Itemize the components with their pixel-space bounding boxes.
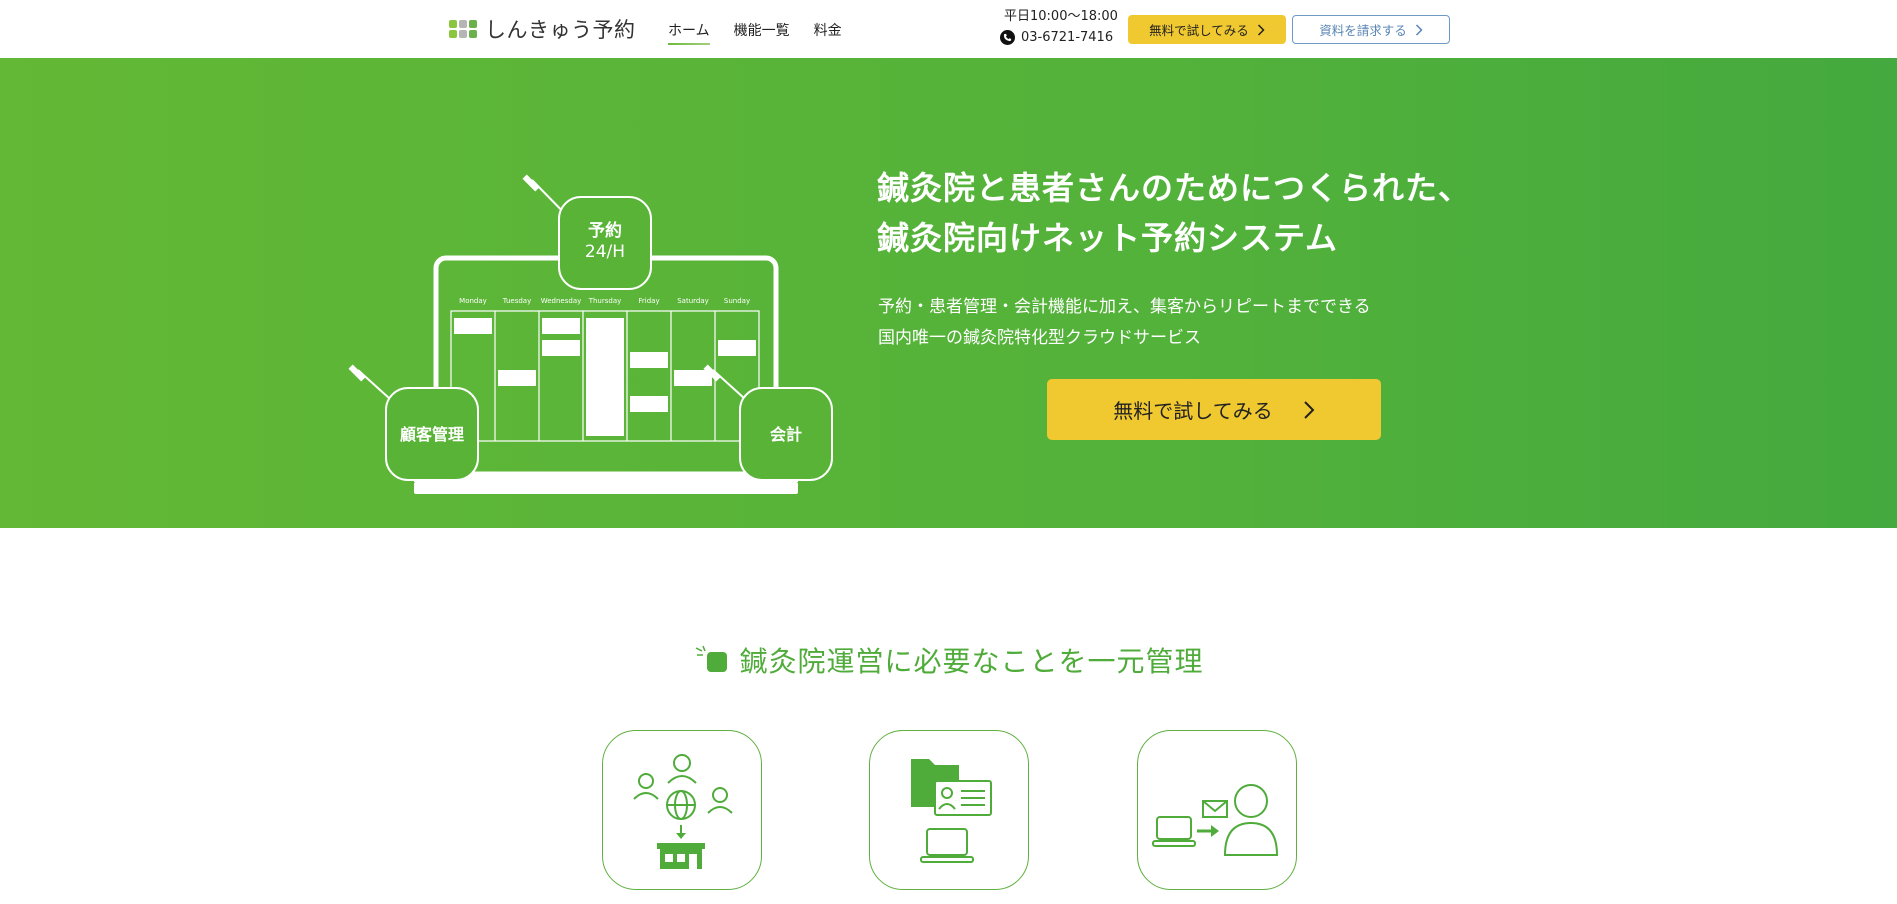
header-trial-label: 無料で試してみる bbox=[1149, 23, 1249, 38]
day-sunday: Sunday bbox=[724, 297, 750, 305]
phone-text: 03-6721-7416 bbox=[1021, 30, 1114, 45]
phone-number[interactable]: 03-6721-7416 bbox=[1000, 28, 1118, 47]
hero-section: Monday Tuesday Wednesday Thursday Friday… bbox=[0, 58, 1897, 528]
hero-title-line2: 鍼灸院向けネット予約システム bbox=[877, 219, 1339, 257]
hero-title-line1: 鍼灸院と患者さんのためにつくられた、 bbox=[877, 169, 1472, 207]
day-friday: Friday bbox=[638, 297, 659, 305]
day-thursday: Thursday bbox=[588, 297, 622, 305]
day-saturday: Saturday bbox=[677, 297, 709, 305]
customer-bubble-label: 顧客管理 bbox=[400, 425, 464, 444]
request-docs-label: 資料を請求する bbox=[1319, 23, 1407, 38]
feature-card-patient-records[interactable] bbox=[869, 730, 1029, 890]
logo-text: しんきゅう予約 bbox=[485, 18, 636, 42]
accounting-bubble-label: 会計 bbox=[770, 425, 802, 444]
laptop-schedule-illustration: Monday Tuesday Wednesday Thursday Friday… bbox=[348, 174, 833, 494]
hero-trial-label: 無料で試してみる bbox=[1113, 399, 1273, 423]
hero-subtitle-line1: 予約・患者管理・会計機能に加え、集客からリピートまでできる bbox=[878, 297, 1371, 317]
logo[interactable]: しんきゅう予約 bbox=[449, 14, 636, 44]
section-title: 鍼灸院運営に必要なことを一元管理 bbox=[739, 645, 1204, 678]
laptop-mail-user-icon bbox=[1152, 784, 1279, 856]
highlight-square-icon bbox=[696, 645, 728, 672]
hero-trial-button[interactable]: 無料で試してみる bbox=[1047, 379, 1381, 440]
chevron-right-icon bbox=[1415, 23, 1423, 36]
chevron-right-icon bbox=[1303, 400, 1315, 419]
hero-subtitle: 予約・患者管理・会計機能に加え、集客からリピートまでできる 国内唯一の鍼灸院特化… bbox=[878, 292, 1371, 354]
folder-profile-laptop-icon bbox=[911, 759, 992, 863]
logo-mark-icon bbox=[449, 20, 477, 38]
feature-card-marketing[interactable] bbox=[602, 730, 762, 890]
hero-subtitle-line2: 国内唯一の鍼灸院特化型クラウドサービス bbox=[878, 328, 1201, 348]
nav-features[interactable]: 機能一覧 bbox=[734, 20, 790, 45]
day-monday: Monday bbox=[459, 297, 487, 305]
nav-pricing[interactable]: 料金 bbox=[814, 20, 842, 45]
day-tuesday: Tuesday bbox=[502, 297, 531, 305]
request-docs-button[interactable]: 資料を請求する bbox=[1292, 15, 1450, 44]
contact-info: 平日10:00〜18:00 03-6721-7416 bbox=[1000, 7, 1118, 47]
main-nav: ホーム 機能一覧 料金 bbox=[668, 20, 842, 45]
reserve-bubble-label: 予約 bbox=[588, 220, 622, 241]
section-heading: 鍼灸院運営に必要なことを一元管理 bbox=[0, 640, 1897, 680]
phone-icon bbox=[1000, 30, 1015, 45]
chevron-right-icon bbox=[1257, 23, 1265, 36]
business-hours: 平日10:00〜18:00 bbox=[1004, 9, 1118, 24]
day-wednesday: Wednesday bbox=[541, 297, 582, 305]
feature-card-messaging[interactable] bbox=[1137, 730, 1297, 890]
users-globe-store-icon bbox=[633, 754, 733, 869]
header-trial-button[interactable]: 無料で試してみる bbox=[1128, 15, 1286, 44]
hero-title: 鍼灸院と患者さんのためにつくられた、 鍼灸院向けネット予約システム bbox=[877, 163, 1471, 263]
site-header: しんきゅう予約 ホーム 機能一覧 料金 平日10:00〜18:00 03-672… bbox=[0, 0, 1897, 58]
reserve-bubble-sublabel: 24/H bbox=[585, 242, 625, 262]
nav-home[interactable]: ホーム bbox=[668, 20, 710, 45]
